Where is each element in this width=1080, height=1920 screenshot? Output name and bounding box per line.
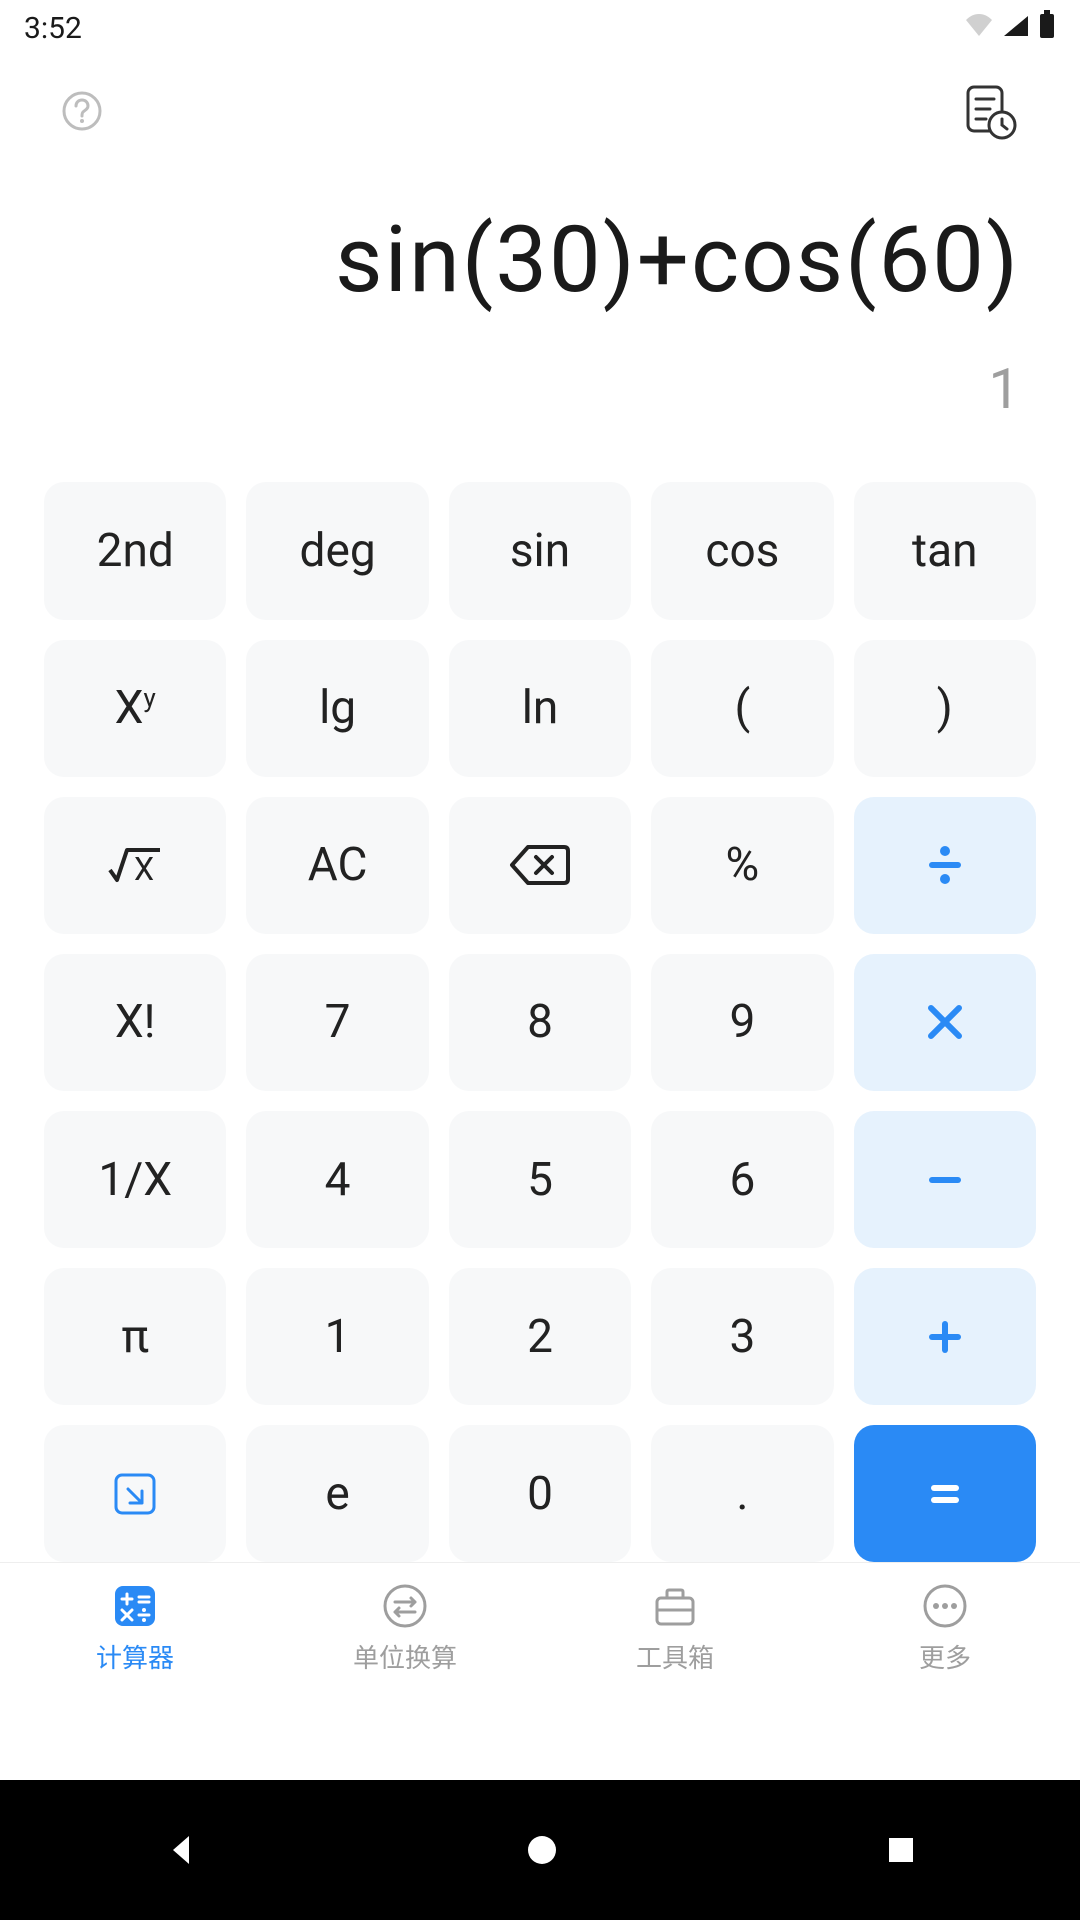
result-text: 1 <box>60 356 1020 422</box>
key-collapse[interactable] <box>44 1425 226 1562</box>
key-percent[interactable]: % <box>651 797 833 934</box>
key-0[interactable]: 0 <box>449 1425 631 1562</box>
key-equals[interactable] <box>854 1425 1036 1562</box>
top-toolbar <box>0 56 1080 166</box>
expression-text: sin(30)+cos(60) <box>60 206 1020 316</box>
key-2nd[interactable]: 2nd <box>44 482 226 619</box>
nav-more[interactable]: 更多 <box>810 1563 1080 1692</box>
divide-icon <box>921 841 969 889</box>
key-8[interactable]: 8 <box>449 954 631 1091</box>
nav-toolbox-label: 工具箱 <box>636 1638 714 1675</box>
nav-toolbox[interactable]: 工具箱 <box>540 1563 810 1692</box>
key-4[interactable]: 4 <box>246 1111 428 1248</box>
backspace-icon <box>508 841 572 889</box>
display: sin(30)+cos(60) 1 <box>0 166 1080 422</box>
battery-icon <box>1038 10 1056 46</box>
status-time: 3:52 <box>24 11 82 46</box>
bottom-nav: 计算器 单位换算 工具箱 更多 <box>0 1562 1080 1692</box>
key-e[interactable]: e <box>246 1425 428 1562</box>
calculator-app: sin(30)+cos(60) 1 2nd deg sin cos tan Xy… <box>0 56 1080 1780</box>
nav-calculator-label: 计算器 <box>96 1638 174 1675</box>
key-divide[interactable] <box>854 797 1036 934</box>
key-reciprocal[interactable]: 1/X <box>44 1111 226 1248</box>
key-backspace[interactable] <box>449 797 631 934</box>
key-sqrt[interactable]: X <box>44 797 226 934</box>
key-dot[interactable]: . <box>651 1425 833 1562</box>
calculator-icon <box>109 1580 161 1632</box>
history-icon[interactable] <box>956 79 1020 143</box>
convert-icon <box>379 1580 431 1632</box>
sys-back-button[interactable] <box>159 1828 203 1872</box>
key-rparen[interactable]: ) <box>854 640 1036 777</box>
plus-icon <box>923 1315 967 1359</box>
key-1[interactable]: 1 <box>246 1268 428 1405</box>
help-icon[interactable] <box>60 89 104 133</box>
key-5[interactable]: 5 <box>449 1111 631 1248</box>
key-deg[interactable]: deg <box>246 482 428 619</box>
key-multiply[interactable] <box>854 954 1036 1091</box>
key-3[interactable]: 3 <box>651 1268 833 1405</box>
status-icons <box>964 10 1056 46</box>
key-power-label: Xy <box>115 681 156 735</box>
nav-more-label: 更多 <box>919 1638 971 1675</box>
more-icon <box>919 1580 971 1632</box>
sys-home-button[interactable] <box>520 1828 564 1872</box>
screen: 3:52 sin(30)+cos(60) 1 <box>0 0 1080 1920</box>
key-clear[interactable]: AC <box>246 797 428 934</box>
nav-calculator[interactable]: 计算器 <box>0 1563 270 1692</box>
multiply-icon <box>925 1002 965 1042</box>
key-cos[interactable]: cos <box>651 482 833 619</box>
key-minus[interactable] <box>854 1111 1036 1248</box>
system-nav-bar <box>0 1780 1080 1920</box>
nav-unit-convert[interactable]: 单位换算 <box>270 1563 540 1692</box>
key-9[interactable]: 9 <box>651 954 833 1091</box>
sys-recent-button[interactable] <box>881 1830 921 1870</box>
key-factorial[interactable]: X! <box>44 954 226 1091</box>
key-lg[interactable]: lg <box>246 640 428 777</box>
key-6[interactable]: 6 <box>651 1111 833 1248</box>
key-tan[interactable]: tan <box>854 482 1036 619</box>
key-plus[interactable] <box>854 1268 1036 1405</box>
key-ln[interactable]: ln <box>449 640 631 777</box>
minus-icon <box>923 1158 967 1202</box>
key-2[interactable]: 2 <box>449 1268 631 1405</box>
key-sin[interactable]: sin <box>449 482 631 619</box>
key-pi[interactable]: π <box>44 1268 226 1405</box>
signal-icon <box>1002 11 1030 46</box>
collapse-icon <box>110 1469 160 1519</box>
keypad: 2nd deg sin cos tan Xy lg ln ( ) X AC % <box>0 482 1080 1562</box>
key-lparen[interactable]: ( <box>651 640 833 777</box>
equals-icon <box>923 1472 967 1516</box>
svg-text:X: X <box>134 850 154 888</box>
status-bar: 3:52 <box>0 0 1080 56</box>
key-7[interactable]: 7 <box>246 954 428 1091</box>
nav-unit-convert-label: 单位换算 <box>353 1638 457 1675</box>
toolbox-icon <box>649 1580 701 1632</box>
key-power[interactable]: Xy <box>44 640 226 777</box>
wifi-off-icon <box>964 11 994 46</box>
